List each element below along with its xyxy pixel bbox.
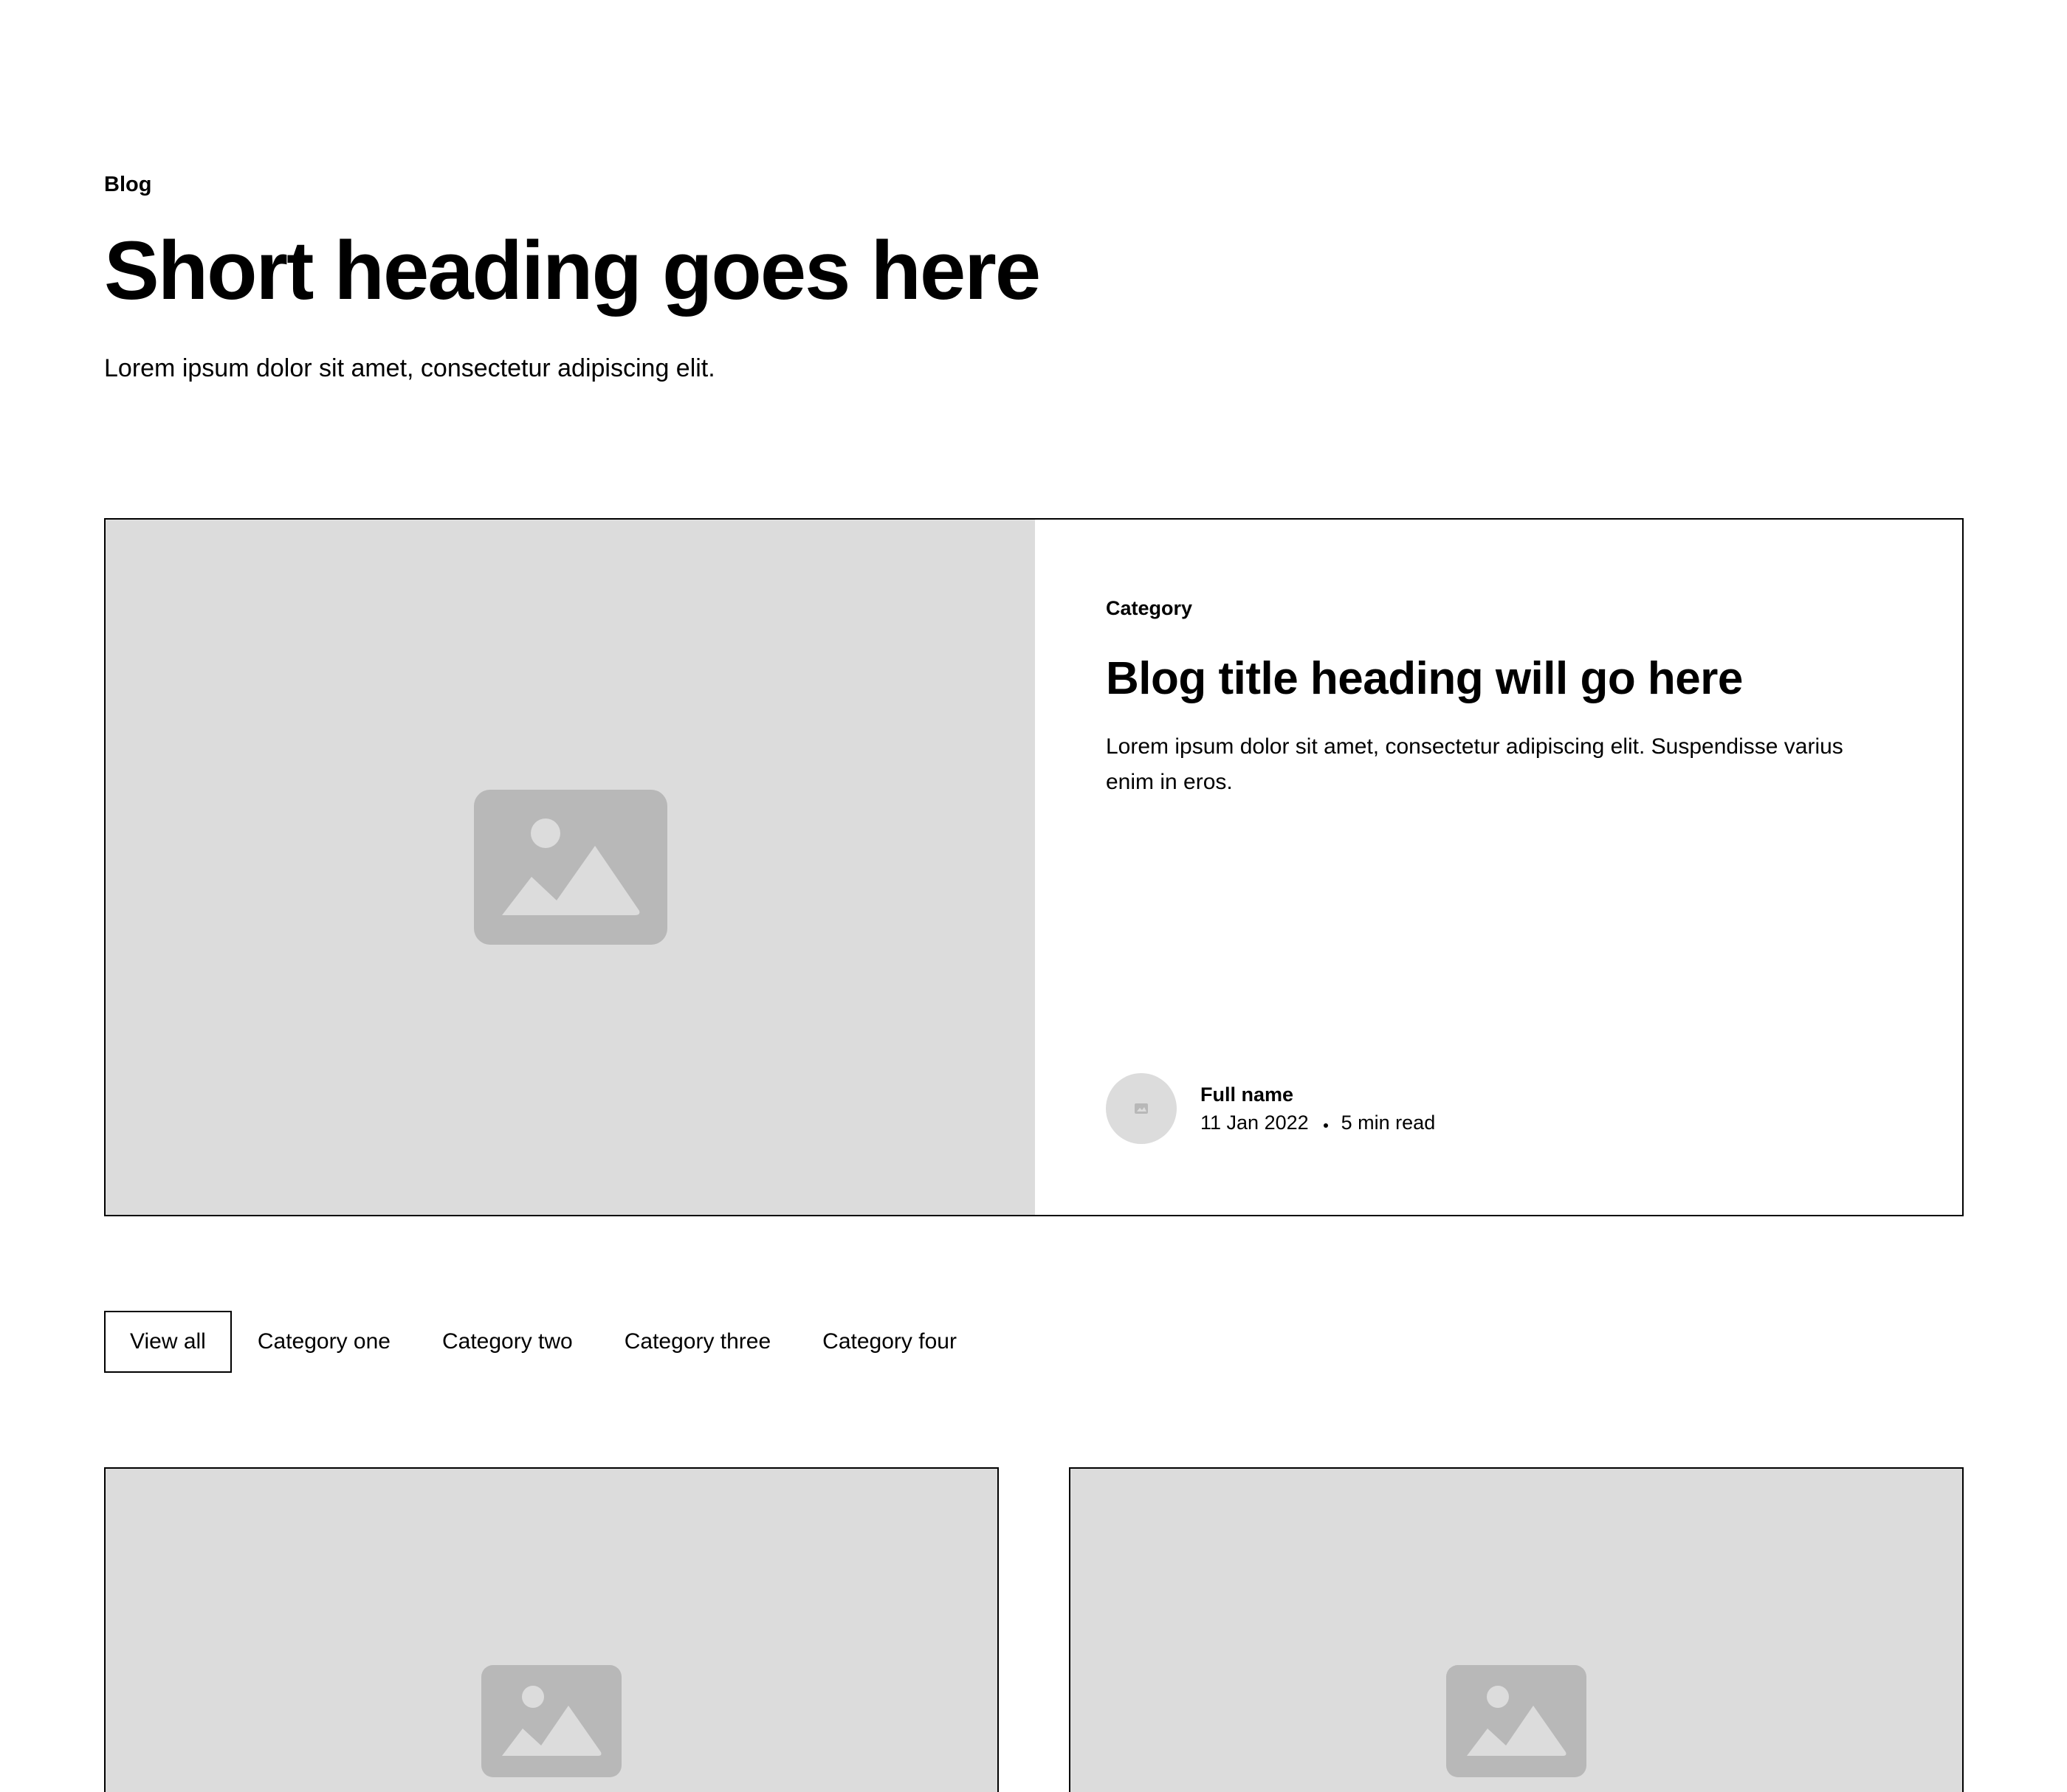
post-author: Full name 11 Jan 2022 5 min read bbox=[1106, 1073, 1435, 1144]
post-excerpt: Lorem ipsum dolor sit amet, consectetur … bbox=[1106, 734, 1843, 794]
image-placeholder-icon bbox=[1446, 1665, 1586, 1777]
page-header: Blog Short heading goes here Lorem ipsum… bbox=[104, 0, 1963, 385]
post-title[interactable]: Blog title heading will go here bbox=[1106, 651, 1891, 707]
tab-view-all[interactable]: View all bbox=[104, 1311, 232, 1373]
page-subtitle: Lorem ipsum dolor sit amet, consectetur … bbox=[104, 354, 715, 382]
avatar bbox=[1106, 1073, 1177, 1144]
category-tabs: View all Category one Category two Categ… bbox=[104, 1311, 983, 1373]
image-placeholder-icon bbox=[481, 1665, 622, 1777]
blog-page: Blog Short heading goes here Lorem ipsum… bbox=[0, 0, 2067, 1792]
featured-post-card[interactable]: Category Blog title heading will go here… bbox=[104, 518, 1964, 1216]
avatar-placeholder-icon bbox=[1135, 1103, 1148, 1114]
page-eyebrow: Blog bbox=[104, 173, 152, 196]
author-sub: 11 Jan 2022 5 min read bbox=[1200, 1109, 1435, 1137]
tab-category-two[interactable]: Category two bbox=[416, 1311, 599, 1373]
author-meta: Full name 11 Jan 2022 5 min read bbox=[1200, 1081, 1435, 1137]
post-card-image[interactable] bbox=[104, 1467, 999, 1792]
page-title: Short heading goes here bbox=[104, 224, 1041, 317]
post-grid bbox=[104, 1467, 1964, 1792]
post-category[interactable]: Category bbox=[1106, 595, 1891, 621]
featured-post-image[interactable] bbox=[106, 520, 1035, 1215]
tab-category-four[interactable]: Category four bbox=[797, 1311, 983, 1373]
post-card-image[interactable] bbox=[1069, 1467, 1964, 1792]
author-name: Full name bbox=[1200, 1083, 1294, 1106]
tab-category-one[interactable]: Category one bbox=[232, 1311, 416, 1373]
separator-dot-icon bbox=[1323, 1123, 1328, 1128]
read-time: 5 min read bbox=[1341, 1112, 1436, 1134]
post-date: 11 Jan 2022 bbox=[1200, 1112, 1309, 1134]
featured-post-body: Category Blog title heading will go here… bbox=[1035, 520, 1962, 1215]
tab-category-three[interactable]: Category three bbox=[599, 1311, 797, 1373]
image-placeholder-icon bbox=[473, 790, 667, 945]
